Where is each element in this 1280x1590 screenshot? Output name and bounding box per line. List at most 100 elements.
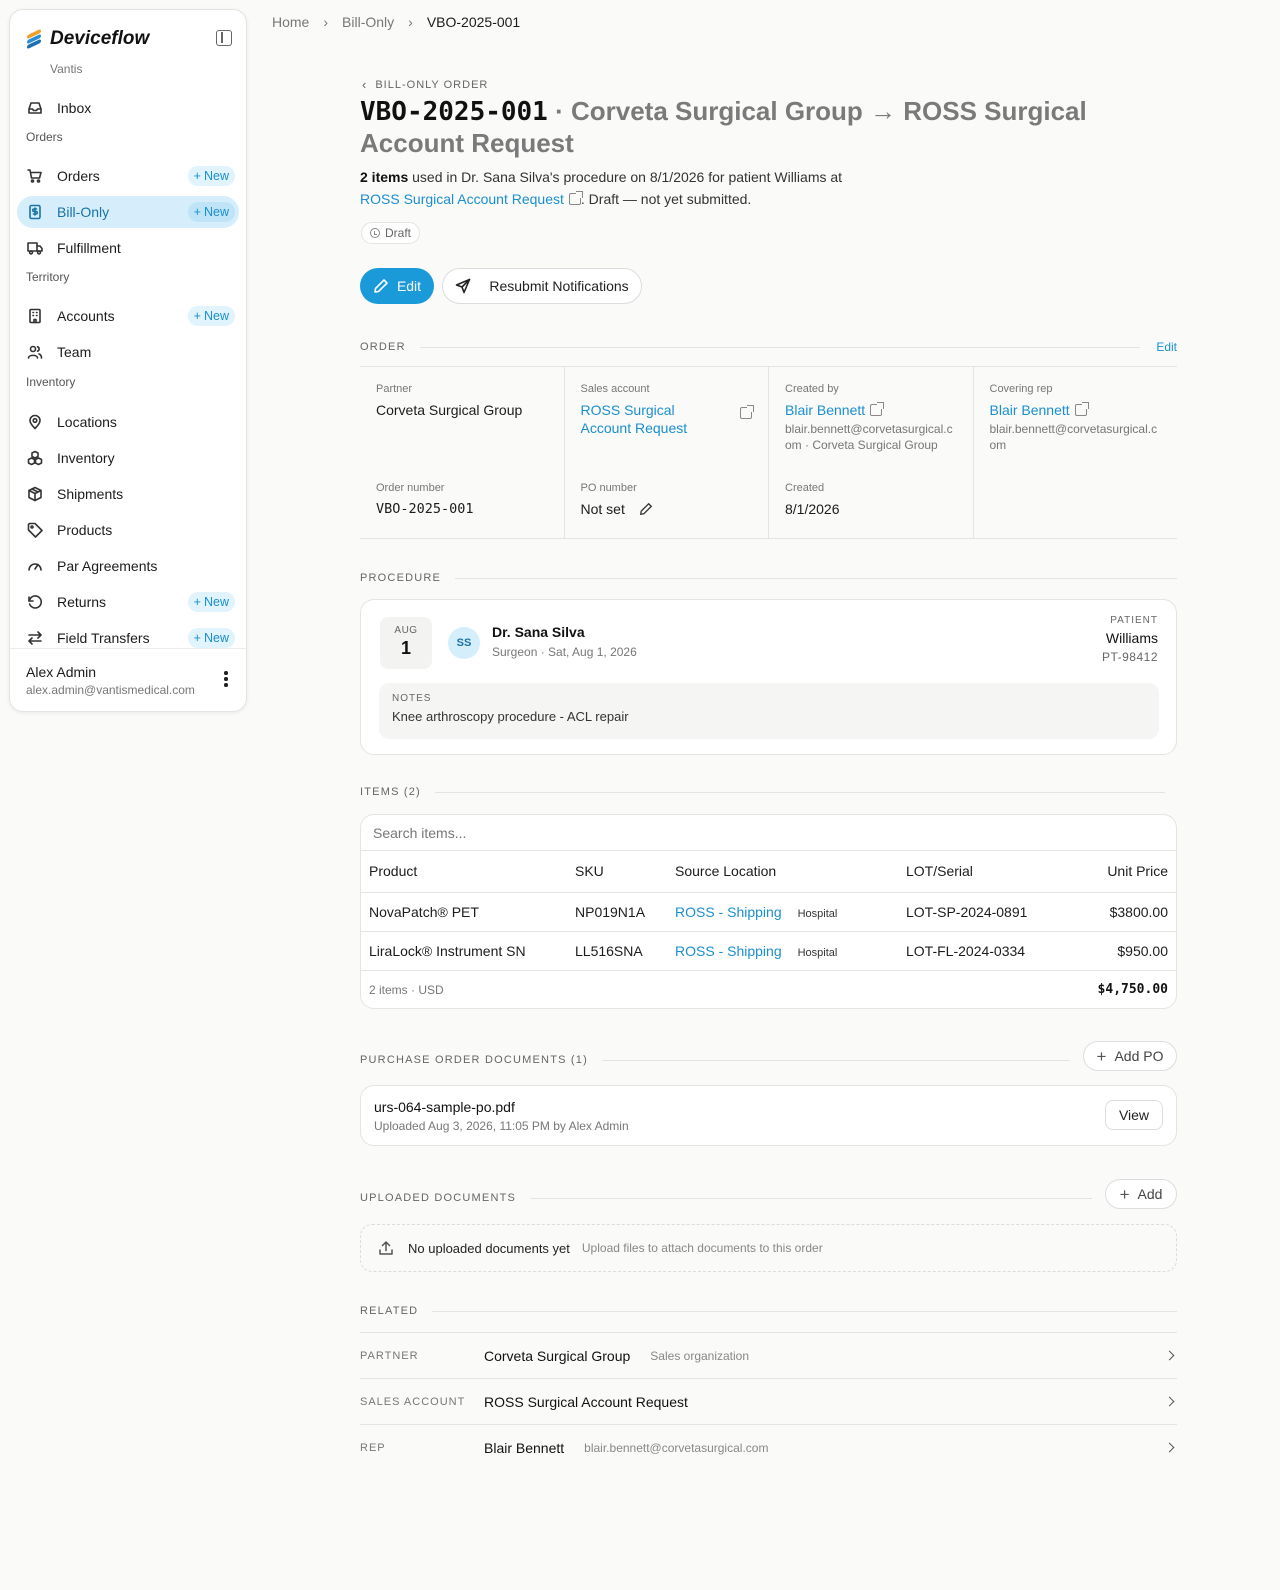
procedure-section-heading: PROCEDURE (360, 572, 1177, 584)
brand[interactable]: Deviceflow (26, 28, 149, 50)
rotate-ccw-icon (27, 594, 43, 610)
order-details-grid: Partner Corveta Surgical Group Order num… (360, 366, 1177, 539)
edit-button[interactable]: Edit (360, 268, 434, 304)
new-bill-only-button[interactable]: + New (187, 202, 235, 222)
gauge-icon (27, 558, 43, 574)
related-heading: RELATED (360, 1305, 1177, 1317)
po-documents-heading: PURCHASE ORDER DOCUMENTS (1) (360, 1054, 1070, 1066)
covering-rep-link[interactable]: Blair Bennett (990, 402, 1070, 418)
new-return-button[interactable]: + New (187, 592, 235, 612)
related-partner-row[interactable]: PARTNER Corveta Surgical Group Sales org… (360, 1332, 1177, 1378)
add-po-button[interactable]: + Add PO (1083, 1041, 1177, 1071)
sidebar-item-team[interactable]: Team (17, 336, 239, 368)
patient-name: Williams (1105, 630, 1158, 646)
sidebar-collapse-icon[interactable] (216, 30, 232, 46)
section-title: PROCEDURE (360, 572, 442, 584)
more-vertical-icon[interactable] (224, 671, 228, 687)
source-location-link[interactable]: ROSS - Shipping (675, 943, 782, 959)
sidebar-item-fulfillment[interactable]: Fulfillment (17, 232, 239, 264)
related-sub: Sales organization (650, 1348, 750, 1363)
lot-cell: LOT-SP-2024-0891 (898, 892, 1048, 932)
related-key: PARTNER (360, 1349, 419, 1362)
price-cell: $3800.00 (1048, 892, 1176, 932)
patient-id: PT-98412 (1101, 650, 1158, 664)
related-sales-account-row[interactable]: SALES ACCOUNT ROSS Surgical Account Requ… (360, 1378, 1177, 1424)
column-header[interactable]: Product (361, 851, 567, 893)
resubmit-notifications-button[interactable]: Resubmit Notifications (442, 268, 642, 304)
sidebar-item-inbox[interactable]: Inbox (17, 92, 239, 124)
source-location-link[interactable]: ROSS - Shipping (675, 904, 782, 920)
summary-count: 2 items (360, 169, 409, 185)
uploaded-documents-heading: UPLOADED DOCUMENTS (360, 1192, 1092, 1204)
sidebar-item-par-agreements[interactable]: Par Agreements (17, 550, 239, 582)
sales-account-link[interactable]: ROSS Surgical Account Request (581, 401, 701, 437)
patient-block: PATIENT Williams PT-98412 (1102, 615, 1158, 664)
brand-org: Vantis (50, 62, 83, 76)
plus-icon: + (1119, 1184, 1130, 1204)
arrows-left-right-icon (27, 630, 43, 646)
field-label: Sales account (580, 383, 650, 395)
created-by-sub: blair.bennett@corvetasurgical.com · Corv… (785, 422, 953, 452)
po-file-sub: Uploaded Aug 3, 2026, 11:05 PM by Alex A… (374, 1119, 629, 1133)
sidebar-item-products[interactable]: Products (17, 514, 239, 546)
breadcrumb-bill-only[interactable]: Bill-Only (342, 14, 394, 30)
sidebar-item-accounts[interactable]: Accounts + New (17, 300, 239, 332)
chevron-right-icon (1164, 1350, 1175, 1361)
order-edit-link[interactable]: Edit (1156, 340, 1177, 354)
created-by-link[interactable]: Blair Bennett (785, 402, 865, 418)
external-link-icon[interactable] (740, 405, 754, 419)
new-field-transfer-button[interactable]: + New (187, 628, 235, 648)
sidebar-item-field-transfers[interactable]: Field Transfers + New (17, 622, 239, 654)
new-order-button[interactable]: + New (187, 166, 235, 186)
add-document-button[interactable]: + Add (1105, 1179, 1177, 1209)
back-link[interactable]: ‹ BILL-ONLY ORDER (362, 77, 488, 92)
search-placeholder: Search items... (373, 824, 467, 841)
new-label: New (203, 205, 229, 219)
plus-icon: + (193, 309, 201, 323)
breadcrumb-current: VBO-2025-001 (426, 14, 521, 30)
external-link-icon[interactable] (1074, 402, 1089, 416)
sidebar-item-returns[interactable]: Returns + New (17, 586, 239, 618)
new-account-button[interactable]: + New (187, 306, 235, 326)
source-cell: ROSS - Shipping Hospital (667, 892, 898, 932)
column-header[interactable]: Unit Price (1048, 851, 1176, 893)
new-label: New (203, 631, 229, 645)
sidebar-item-bill-only[interactable]: Bill-Only + New (17, 196, 239, 228)
status-label: Draft (385, 226, 412, 240)
sidebar-item-label: Returns (57, 594, 107, 610)
notes-label: NOTES (392, 693, 432, 704)
sidebar-item-shipments[interactable]: Shipments (17, 478, 239, 510)
table-row[interactable]: LiraLock® Instrument SN LL516SNA ROSS - … (361, 931, 1176, 971)
order-code: VBO-2025-001 (360, 97, 548, 127)
status-badge: Draft (361, 222, 421, 244)
procedure-month: AUG (394, 625, 418, 636)
empty-title: No uploaded documents yet (408, 1240, 570, 1256)
column-header[interactable]: SKU (567, 851, 667, 893)
order-col-covering-rep: Covering rep Blair Bennett blair.bennett… (974, 367, 1178, 538)
summary-account-link[interactable]: ROSS Surgical Account Request (360, 191, 564, 207)
section-title: PURCHASE ORDER DOCUMENTS (1) (360, 1054, 588, 1066)
user-email: alex.admin@vantismedical.com (26, 683, 195, 697)
inbox-icon (27, 100, 43, 116)
uploaded-documents-empty[interactable]: No uploaded documents yet Upload files t… (360, 1224, 1177, 1272)
sidebar-item-inventory[interactable]: Inventory (17, 442, 239, 474)
avatar: SS (448, 627, 480, 659)
table-row[interactable]: NovaPatch® PET NP019N1A ROSS - Shipping H… (361, 892, 1176, 932)
section-title: ORDER (360, 341, 406, 353)
external-link-icon[interactable] (870, 402, 885, 416)
column-header[interactable]: Source Location (667, 851, 898, 893)
related-rep-row[interactable]: REP Blair Bennett blair.bennett@corvetas… (360, 1424, 1177, 1470)
field-label: Covering rep (989, 383, 1053, 395)
section-title: RELATED (360, 1305, 419, 1317)
chevron-right-icon: › (323, 14, 329, 30)
sidebar-item-orders[interactable]: Orders + New (17, 160, 239, 192)
sidebar-item-label: Shipments (57, 486, 124, 502)
order-summary: 2 items used in Dr. Sana Silva's procedu… (360, 166, 1060, 210)
column-header[interactable]: LOT/Serial (898, 851, 1048, 893)
view-button[interactable]: View (1105, 1100, 1163, 1130)
sidebar-item-locations[interactable]: Locations (17, 406, 239, 438)
breadcrumb-home[interactable]: Home (272, 14, 309, 30)
external-link-icon[interactable] (568, 191, 583, 205)
items-search-input[interactable]: Search items... (361, 815, 1176, 851)
pencil-icon[interactable] (639, 502, 653, 516)
